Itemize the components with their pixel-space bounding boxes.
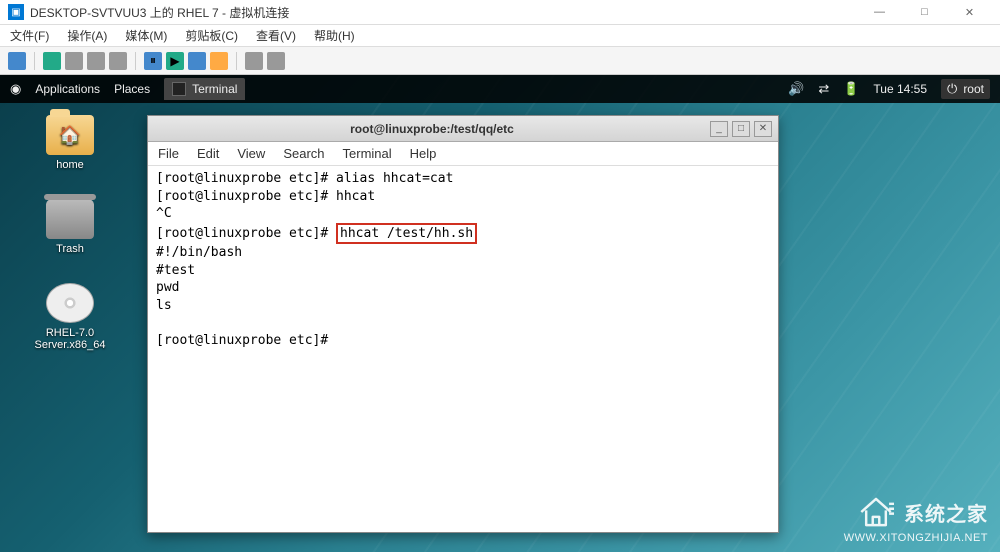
- terminal-menu-help[interactable]: Help: [410, 146, 437, 161]
- places-menu[interactable]: Places: [114, 82, 150, 96]
- toolbar-ctrlaltdel-icon[interactable]: [8, 52, 26, 70]
- applications-menu[interactable]: Applications: [35, 82, 100, 96]
- terminal-menu-search[interactable]: Search: [283, 146, 324, 161]
- watermark-house-icon: [856, 494, 896, 530]
- desktop-icons: home Trash RHEL-7.0 Server.x86_64: [25, 115, 115, 351]
- desktop-disc-icon[interactable]: RHEL-7.0 Server.x86_64: [25, 283, 115, 351]
- vm-guest-desktop: ◉ Applications Places Terminal 🔊 ⇄ 🔋 Tue…: [0, 75, 1000, 552]
- host-toolbar: ⏸ ▶: [0, 47, 1000, 75]
- volume-icon[interactable]: 🔊: [788, 81, 804, 97]
- terminal-window: root@linuxprobe:/test/qq/etc _ □ ✕ File …: [147, 115, 779, 533]
- toolbar-save-icon[interactable]: [109, 52, 127, 70]
- terminal-titlebar[interactable]: root@linuxprobe:/test/qq/etc _ □ ✕: [148, 116, 778, 142]
- term-line: #test: [156, 263, 195, 278]
- power-icon: ⏻: [947, 81, 957, 97]
- toolbar-separator: [135, 52, 136, 70]
- watermark-name: 系统之家: [904, 498, 988, 527]
- term-line: [root@linuxprobe etc]# hhcat: [156, 189, 375, 204]
- user-label: root: [963, 82, 984, 96]
- watermark: 系统之家 WWW.XITONGZHIJIA.NET: [844, 494, 988, 544]
- toolbar-checkpoint-icon[interactable]: [188, 52, 206, 70]
- host-close-button[interactable]: ✕: [947, 0, 992, 25]
- battery-icon[interactable]: 🔋: [843, 81, 859, 97]
- terminal-body[interactable]: [root@linuxprobe etc]# alias hhcat=cat […: [148, 166, 778, 532]
- host-menubar: 文件(F) 操作(A) 媒体(M) 剪贴板(C) 查看(V) 帮助(H): [0, 25, 1000, 47]
- desktop-trash-icon[interactable]: Trash: [25, 199, 115, 255]
- terminal-menu-edit[interactable]: Edit: [197, 146, 219, 161]
- host-menu-view[interactable]: 查看(V): [256, 27, 296, 44]
- host-menu-action[interactable]: 操作(A): [67, 27, 107, 44]
- term-line: #!/bin/bash: [156, 245, 242, 260]
- term-line: [root@linuxprobe etc]#: [156, 333, 336, 348]
- highlighted-command: hhcat /test/hh.sh: [336, 223, 477, 245]
- activities-icon[interactable]: ◉: [10, 81, 21, 97]
- vm-app-icon: ▣: [8, 4, 24, 20]
- taskbar-terminal-label: Terminal: [192, 82, 237, 96]
- toolbar-separator: [236, 52, 237, 70]
- disc-icon: [46, 283, 94, 323]
- host-menu-media[interactable]: 媒体(M): [125, 27, 167, 44]
- host-titlebar: ▣ DESKTOP-SVTVUU3 上的 RHEL 7 - 虚拟机连接 — □ …: [0, 0, 1000, 25]
- terminal-title: root@linuxprobe:/test/qq/etc: [154, 122, 710, 136]
- toolbar-shutdown-icon[interactable]: [87, 52, 105, 70]
- host-window-title: DESKTOP-SVTVUU3 上的 RHEL 7 - 虚拟机连接: [30, 4, 857, 21]
- term-line: pwd: [156, 280, 179, 295]
- toolbar-enhanced-icon[interactable]: [267, 52, 285, 70]
- terminal-menu-file[interactable]: File: [158, 146, 179, 161]
- watermark-url: WWW.XITONGZHIJIA.NET: [844, 532, 988, 544]
- terminal-close-button[interactable]: ✕: [754, 121, 772, 137]
- host-menu-file[interactable]: 文件(F): [10, 27, 49, 44]
- clock-label[interactable]: Tue 14:55: [873, 82, 927, 96]
- gnome-topbar: ◉ Applications Places Terminal 🔊 ⇄ 🔋 Tue…: [0, 75, 1000, 103]
- host-minimize-button[interactable]: —: [857, 0, 902, 25]
- terminal-icon: [172, 82, 186, 96]
- terminal-minimize-button[interactable]: _: [710, 121, 728, 137]
- desktop-home-icon[interactable]: home: [25, 115, 115, 171]
- term-line: [root@linuxprobe etc]#: [156, 226, 336, 241]
- toolbar-share-icon[interactable]: [245, 52, 263, 70]
- term-line: ^C: [156, 206, 172, 221]
- terminal-menu-view[interactable]: View: [237, 146, 265, 161]
- toolbar-separator: [34, 52, 35, 70]
- host-maximize-button[interactable]: □: [902, 0, 947, 25]
- network-icon[interactable]: ⇄: [818, 81, 829, 97]
- toolbar-start-icon[interactable]: [43, 52, 61, 70]
- host-menu-clipboard[interactable]: 剪贴板(C): [185, 27, 238, 44]
- folder-home-icon: [46, 115, 94, 155]
- term-line: ls: [156, 298, 172, 313]
- toolbar-turnoff-icon[interactable]: [65, 52, 83, 70]
- toolbar-pause-icon[interactable]: ⏸: [144, 52, 162, 70]
- terminal-menubar: File Edit View Search Terminal Help: [148, 142, 778, 166]
- desktop-disc-label: RHEL-7.0 Server.x86_64: [25, 327, 115, 351]
- toolbar-reset-icon[interactable]: ▶: [166, 52, 184, 70]
- toolbar-revert-icon[interactable]: [210, 52, 228, 70]
- terminal-maximize-button[interactable]: □: [732, 121, 750, 137]
- host-menu-help[interactable]: 帮助(H): [314, 27, 355, 44]
- terminal-menu-terminal[interactable]: Terminal: [343, 146, 392, 161]
- desktop-trash-label: Trash: [56, 243, 84, 255]
- trash-icon: [46, 199, 94, 239]
- term-line: [root@linuxprobe etc]# alias hhcat=cat: [156, 171, 453, 186]
- desktop-home-label: home: [56, 159, 84, 171]
- user-menu[interactable]: ⏻ root: [941, 79, 990, 99]
- taskbar-terminal-tab[interactable]: Terminal: [164, 78, 245, 100]
